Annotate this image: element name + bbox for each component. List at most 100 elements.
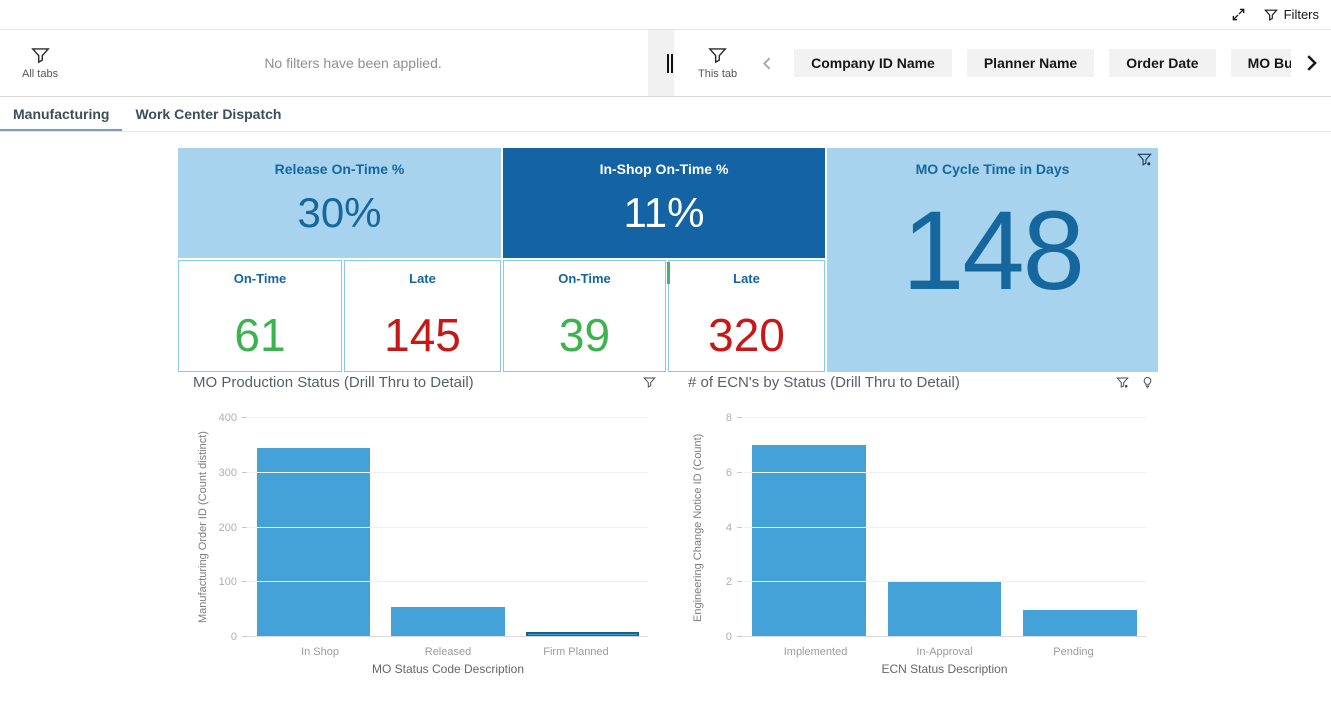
scroll-indicator [667, 262, 670, 284]
category-label: Pending [1010, 646, 1137, 658]
filter-icon[interactable] [643, 376, 656, 394]
gridline [743, 417, 1146, 418]
insight-lightbulb-icon[interactable] [1141, 376, 1154, 394]
tick-label: 300 [219, 467, 237, 479]
gridline [248, 417, 648, 418]
category-label: In Shop [257, 646, 383, 658]
all-tabs-label: All tabs [22, 68, 58, 80]
bar-in-shop[interactable] [257, 448, 370, 637]
filter-chip-planner-name[interactable]: Planner Name [967, 49, 1094, 77]
this-tab-filter-button[interactable]: This tab [698, 46, 737, 80]
funnel-icon [1264, 8, 1278, 22]
funnel-icon [31, 46, 50, 65]
chevron-right-icon [1300, 52, 1322, 74]
gridline [743, 527, 1146, 528]
all-tabs-filter-button[interactable]: All tabs [22, 46, 58, 80]
kpi-card-release-late-count[interactable]: Late 145 [344, 260, 501, 372]
tick-label: 0 [726, 631, 732, 643]
kpi-value: 148 [902, 195, 1083, 307]
kpi-title: MO Cycle Time in Days [916, 161, 1070, 177]
gridline [248, 581, 648, 582]
tick-label: 2 [726, 576, 732, 588]
bars [743, 445, 1146, 637]
bar-pending[interactable] [1023, 610, 1137, 637]
kpi-card-release-on-time-count[interactable]: On-Time 61 [178, 260, 342, 372]
tick-mark [242, 417, 247, 418]
tick-label: 4 [726, 522, 732, 534]
drag-handle[interactable] [667, 54, 673, 73]
plot-area: 02468 [743, 418, 1146, 637]
category-label: In-Approval [881, 646, 1008, 658]
bar-released[interactable] [391, 607, 504, 637]
x-category-labels: In ShopReleasedFirm Planned [248, 646, 648, 658]
dashboard-tabs: Manufacturing Work Center Dispatch [0, 97, 1331, 132]
plot-area: 0100200300400 [248, 418, 648, 637]
bar-in-approval[interactable] [888, 582, 1002, 637]
y-axis-title: Engineering Change Notice ID (Count) [691, 418, 705, 637]
filter-applied-icon[interactable] [1137, 152, 1152, 172]
tick-label: 400 [219, 412, 237, 424]
gridline [248, 527, 648, 528]
gridline [743, 472, 1146, 473]
tick-label: 200 [219, 522, 237, 534]
kpi-card-mo-cycle-time[interactable]: MO Cycle Time in Days 148 [827, 148, 1158, 372]
chart-title: # of ECN's by Status (Drill Thru to Deta… [688, 374, 960, 391]
chips-scroll-right-button[interactable] [1291, 52, 1331, 74]
kpi-value: 145 [384, 308, 461, 362]
chart-mo-production-status: MO Production Status (Drill Thru to Deta… [193, 374, 660, 686]
tick-mark [737, 527, 742, 528]
tick-mark [242, 581, 247, 582]
kpi-value: 61 [234, 308, 285, 362]
kpi-card-inshop-late-count[interactable]: Late 320 [668, 260, 825, 372]
filter-applied-icon[interactable] [1116, 376, 1129, 394]
kpi-value: 11% [624, 189, 705, 237]
tab-manufacturing[interactable]: Manufacturing [0, 97, 122, 131]
tick-label: 6 [726, 467, 732, 479]
tick-mark [242, 472, 247, 473]
kpi-title: On-Time [558, 271, 611, 286]
tick-mark [242, 636, 247, 637]
filter-chips-row: Company ID Name Planner Name Order Date … [794, 49, 1291, 77]
bar-implemented[interactable] [752, 445, 866, 637]
kpi-title: In-Shop On-Time % [600, 161, 729, 177]
expand-icon[interactable] [1231, 7, 1246, 22]
kpi-title: Late [733, 271, 760, 286]
filters-label: Filters [1284, 7, 1319, 22]
this-tab-filter-panel: This tab Company ID Name Planner Name Or… [674, 30, 1331, 96]
filters-button[interactable]: Filters [1264, 7, 1319, 22]
tick-mark [737, 472, 742, 473]
tick-label: 8 [726, 412, 732, 424]
kpi-value: 39 [559, 308, 610, 362]
filter-chip-mo-build[interactable]: MO Build Part [1231, 49, 1291, 77]
tab-work-center-dispatch[interactable]: Work Center Dispatch [122, 97, 294, 131]
chart-ecn-by-status: # of ECN's by Status (Drill Thru to Deta… [688, 374, 1158, 686]
kpi-card-inshop-on-time-count[interactable]: On-Time 39 [503, 260, 666, 372]
kpi-title: On-Time [234, 271, 287, 286]
category-label: Implemented [752, 646, 879, 658]
gridline [743, 581, 1146, 582]
kpi-card-inshop-on-time[interactable]: In-Shop On-Time % 11% [503, 148, 825, 258]
chart-title: MO Production Status (Drill Thru to Deta… [193, 374, 474, 391]
kpi-value: 320 [708, 308, 785, 362]
x-category-labels: ImplementedIn-ApprovalPending [743, 646, 1146, 658]
y-axis-title: Manufacturing Order ID (Count distinct) [196, 418, 210, 637]
tick-mark [242, 527, 247, 528]
tick-mark [737, 581, 742, 582]
filter-chip-order-date[interactable]: Order Date [1109, 49, 1215, 77]
kpi-card-release-on-time[interactable]: Release On-Time % 30% [178, 148, 501, 258]
filter-chip-company-id-name[interactable]: Company ID Name [794, 49, 952, 77]
no-filters-message: No filters have been applied. [58, 55, 648, 71]
this-tab-label: This tab [698, 68, 737, 80]
kpi-widget-group: Release On-Time % 30% In-Shop On-Time % … [178, 148, 1158, 372]
kpi-title: Late [409, 271, 436, 286]
tick-mark [737, 636, 742, 637]
panel-divider [648, 30, 674, 96]
all-tabs-filter-panel: All tabs No filters have been applied. [0, 30, 648, 96]
tick-mark [737, 417, 742, 418]
chips-scroll-left-button[interactable] [759, 55, 776, 72]
gridline [248, 472, 648, 473]
chevron-left-icon [759, 55, 776, 72]
tick-label: 100 [219, 576, 237, 588]
x-axis-title: ECN Status Description [743, 662, 1146, 676]
x-axis-title: MO Status Code Description [248, 662, 648, 676]
